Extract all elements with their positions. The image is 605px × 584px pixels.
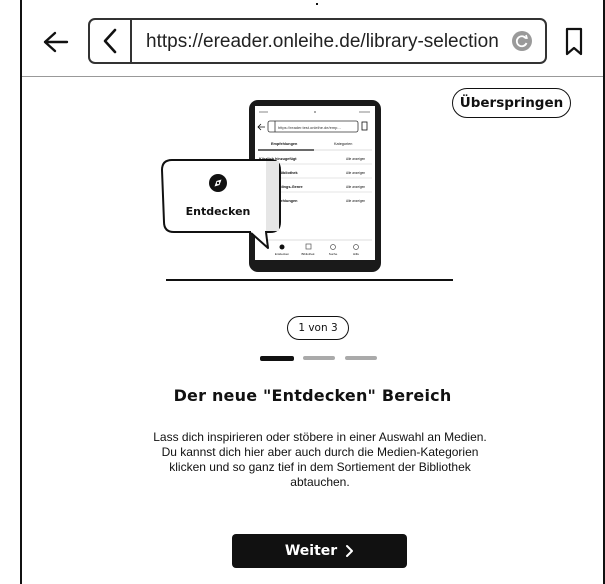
next-button-label: Weiter (284, 543, 338, 559)
back-button[interactable] (36, 22, 76, 62)
description-line: Du kannst dich hier aber auch durch die … (161, 445, 479, 459)
mockup-tab-empfehlungen: Empfehlungen (271, 142, 298, 146)
mockup-row-action: Alle anzeigen (346, 157, 365, 161)
step-dot (345, 356, 377, 360)
step-dot (303, 356, 335, 360)
reload-icon[interactable] (511, 30, 533, 52)
description-line: Lass dich inspirieren oder stöbere in ei… (153, 430, 487, 444)
mockup-nav-bibliothek: Bibliothek (301, 252, 315, 256)
onboarding-illustration: https://reader.test.onleihe.de/emp... Em… (158, 98, 458, 288)
next-button[interactable]: Weiter (232, 534, 407, 568)
chevron-left-icon (103, 28, 117, 54)
mockup-row-action: Alle anzeigen (346, 171, 365, 175)
top-edge-mark (316, 3, 318, 5)
mockup-row-action: Alle anzeigen (346, 185, 365, 189)
description: Lass dich inspirieren oder stöbere in ei… (120, 430, 520, 490)
page-indicator: 1 von 3 (287, 316, 349, 340)
description-line: abtauchen. (290, 475, 350, 489)
svg-text:https://reader.test.onleihe.de: https://reader.test.onleihe.de/emp... (278, 125, 341, 130)
url-back-button[interactable] (90, 20, 132, 62)
url-text[interactable]: https://ereader.onleihe.de/library-selec… (146, 31, 499, 53)
window-left-border (20, 0, 22, 584)
browser-toolbar: https://ereader.onleihe.de/library-selec… (22, 12, 603, 77)
skip-button[interactable]: Überspringen (452, 88, 571, 118)
page-title: Der neue "Entdecken" Bereich (173, 386, 452, 405)
mockup-nav-entdecken: Entdecken (275, 252, 290, 256)
ereader-illustration: https://reader.test.onleihe.de/emp... Em… (160, 100, 453, 281)
description-line: klicken und so ganz tief in dem Sortieme… (169, 460, 471, 474)
bookmark-icon[interactable] (562, 26, 586, 58)
mockup-row-action: Alle anzeigen (346, 199, 365, 203)
bubble-label: Entdecken (186, 205, 251, 218)
mockup-tab-kategorien: Kategorien (334, 142, 352, 146)
chevron-right-icon (346, 545, 354, 557)
mockup-nav-hilfe: Hilfe (353, 252, 359, 256)
mockup-nav-suche: Suche (329, 252, 338, 256)
arrow-left-icon (43, 31, 69, 53)
compass-icon (209, 174, 227, 192)
address-bar[interactable]: https://ereader.onleihe.de/library-selec… (88, 18, 547, 64)
step-dot-active (260, 356, 294, 361)
step-dots (260, 356, 380, 362)
